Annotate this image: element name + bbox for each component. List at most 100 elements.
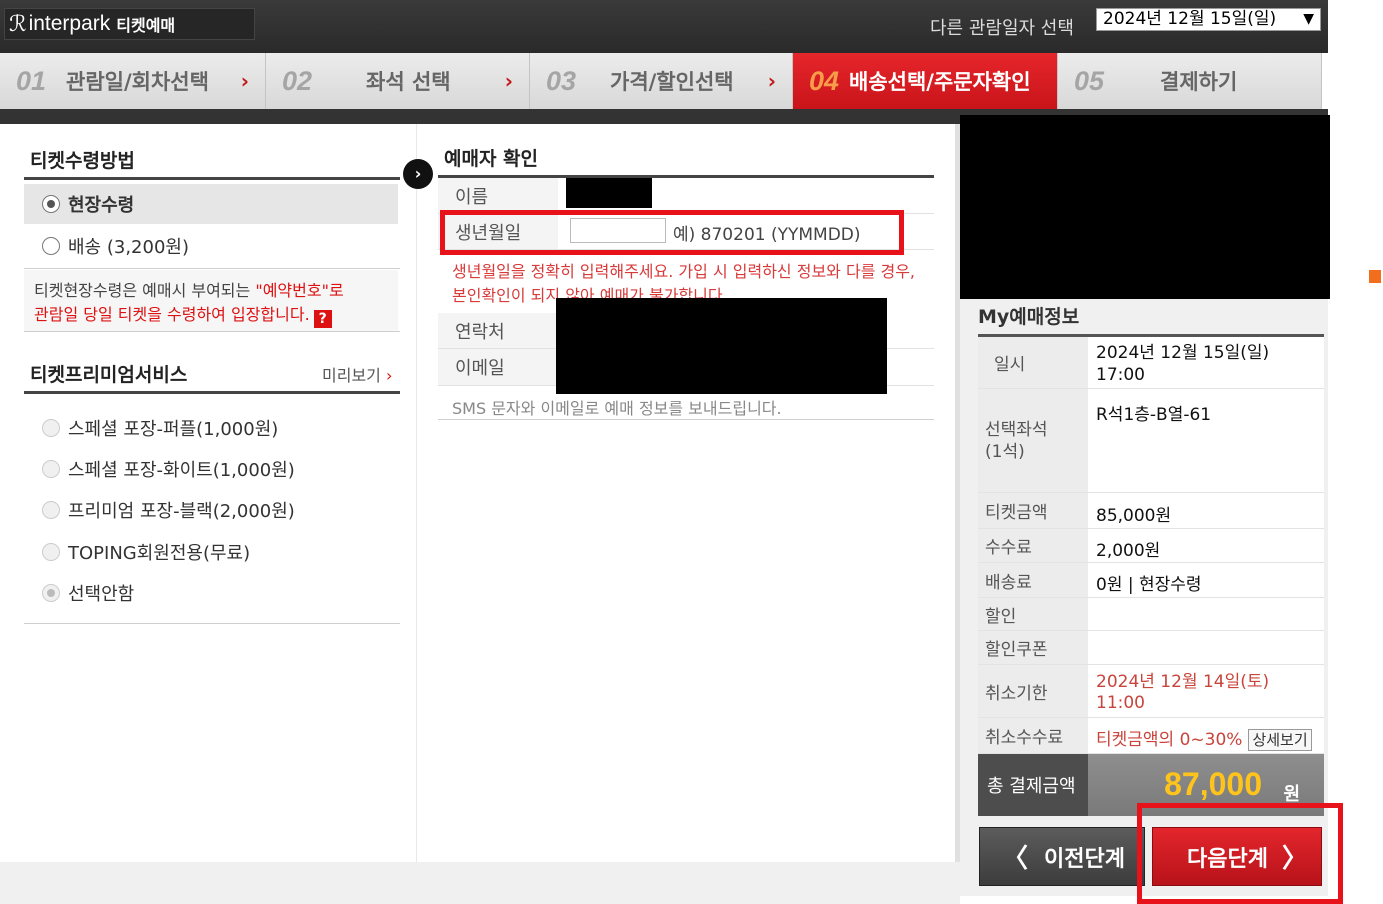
premium-option-none[interactable]: 선택안함: [24, 573, 398, 613]
chevron-right-circle-icon: ›: [403, 159, 433, 189]
info-row-cancel-deadline: 취소기한 2024년 12월 14일(토) 11:00: [978, 665, 1324, 718]
datetime-time: 17:00: [1096, 365, 1145, 385]
prev-step-button[interactable]: 〈 이전단계: [979, 827, 1145, 886]
prev-step-label: 이전단계: [1044, 846, 1125, 872]
chevron-right-icon: ›: [767, 69, 776, 93]
name-row: 이름: [438, 178, 934, 214]
step-1-label: 관람일/회차선택: [66, 70, 209, 94]
cancel-deadline-date: 2024년 12월 14일(토): [1096, 672, 1270, 692]
radio-black[interactable]: [42, 501, 60, 519]
divider: [24, 268, 400, 269]
chevron-right-icon: ›: [504, 69, 513, 93]
help-icon[interactable]: ?: [313, 310, 332, 328]
discount-label: 할인: [978, 598, 1088, 630]
premium-option-label: 스페셜 포장-퍼플(1,000원): [68, 419, 279, 440]
info-row-cancel-fee: 취소수수료 티켓금액의 0~30% 상세보기: [978, 718, 1324, 754]
chevron-right-icon: ›: [240, 69, 249, 93]
interpark-logo[interactable]: ℛ interpark 티켓예매: [4, 8, 255, 40]
step-4-label: 배송선택/주문자확인: [849, 70, 1031, 94]
info-row-seat: 선택좌석 (1석) R석1층-B열-61: [978, 389, 1324, 493]
receipt-option-label: 현장수령: [68, 195, 135, 216]
premium-option-label: 프리미엄 포장-블랙(2,000원): [68, 501, 295, 522]
total-amount: 87,000: [1164, 766, 1262, 802]
premium-option-toping[interactable]: TOPING회원전용(무료): [24, 532, 398, 572]
contact-label: 연락처: [438, 313, 558, 348]
email-label: 이메일: [438, 349, 558, 385]
datetime-label: 일시: [978, 337, 1088, 388]
redacted-contact: [556, 298, 887, 394]
info-row-coupon: 할인쿠폰: [978, 631, 1324, 665]
preview-link-label: 미리보기: [322, 366, 381, 385]
other-date-label: 다른 관람일자 선택: [930, 18, 1074, 39]
brand-name: interpark: [28, 12, 111, 35]
seat-value: R석1층-B열-61: [1096, 405, 1212, 425]
step-5-number: 05: [1074, 65, 1105, 96]
datetime-value: 2024년 12월 15일(일) 17:00: [1096, 342, 1269, 386]
info-row-discount: 할인: [978, 598, 1324, 631]
premium-option-purple[interactable]: 스페셜 포장-퍼플(1,000원): [24, 408, 398, 448]
detail-view-button[interactable]: 상세보기: [1248, 729, 1312, 751]
premium-option-black[interactable]: 프리미엄 포장-블랙(2,000원): [24, 490, 398, 530]
receipt-note: 티켓현장수령은 예매시 부여되는 "예약번호"로 관람일 당일 티켓을 수령하여…: [24, 270, 398, 332]
seat-count: (1석): [985, 441, 1025, 462]
datetime-date: 2024년 12월 15일(일): [1096, 343, 1270, 363]
name-label: 이름: [438, 178, 558, 213]
seat-label-text: 선택좌석: [985, 419, 1048, 440]
date-select-value: 2024년 12월 15일(일): [1103, 9, 1277, 29]
info-row-fee: 수수료 2,000원: [978, 529, 1324, 563]
ticket-value: 85,000원: [1096, 506, 1172, 526]
chevron-left-icon: 〈: [1002, 844, 1029, 874]
preview-link[interactable]: 미리보기 ›: [322, 362, 392, 386]
interpark-logo-icon: ℛ: [9, 11, 27, 37]
divider: [24, 623, 400, 624]
step-2[interactable]: 02 좌석 선택 ›: [266, 53, 530, 109]
highlight-box-next: [1137, 803, 1343, 904]
receipt-option-onsite[interactable]: 현장수령: [24, 184, 398, 224]
delivery-value: 0원 | 현장수령: [1096, 575, 1202, 595]
date-select[interactable]: 2024년 12월 15일(일) ▼: [1096, 8, 1321, 31]
step-3-label: 가격/할인선택: [610, 70, 734, 94]
top-bar: ℛ interpark 티켓예매 다른 관람일자 선택 2024년 12월 15…: [0, 0, 1328, 53]
coupon-label: 할인쿠폰: [978, 631, 1088, 664]
radio-purple[interactable]: [42, 419, 60, 437]
step-2-label: 좌석 선택: [366, 70, 451, 94]
step-navigation: 01 관람일/회차선택 › 02 좌석 선택 › 03 가격/할인선택 › 04…: [0, 53, 1322, 109]
receipt-option-delivery[interactable]: 배송 (3,200원): [24, 226, 398, 266]
step-3[interactable]: 03 가격/할인선택 ›: [530, 53, 793, 109]
cancel-deadline-value: 2024년 12월 14일(토) 11:00: [1096, 672, 1269, 714]
radio-none[interactable]: [42, 584, 60, 602]
premium-option-label: 선택안함: [68, 584, 135, 605]
fee-label: 수수료: [978, 529, 1088, 562]
step-5-label: 결제하기: [1160, 70, 1238, 94]
total-label: 총 결제금액: [978, 754, 1088, 816]
sms-note: SMS 문자와 이메일로 예매 정보를 보내드립니다.: [452, 399, 782, 418]
step-5[interactable]: 05 결제하기: [1058, 53, 1322, 109]
cancel-deadline-time: 11:00: [1096, 693, 1145, 713]
step-4-active[interactable]: 04 배송선택/주문자확인: [793, 53, 1058, 109]
premium-option-label: TOPING회원전용(무료): [68, 543, 251, 564]
receipt-note-highlight: "예약번호"로: [255, 281, 344, 300]
radio-toping[interactable]: [42, 543, 60, 561]
receipt-note-suffix: 관람일 당일 티켓을 수령하여 입장합니다.: [34, 305, 310, 324]
premium-option-white[interactable]: 스페셜 포장-화이트(1,000원): [24, 449, 398, 489]
redacted-poster: [960, 115, 1330, 299]
receipt-note-prefix: 티켓현장수령은 예매시 부여되는: [34, 281, 256, 300]
chevron-right-icon: ›: [385, 366, 393, 385]
bottom-strip: [0, 862, 960, 904]
step-1[interactable]: 01 관람일/회차선택 ›: [0, 53, 266, 109]
step-3-number: 03: [546, 65, 577, 96]
step-2-number: 02: [282, 65, 313, 96]
premium-option-label: 스페셜 포장-화이트(1,000원): [68, 460, 295, 481]
delivery-label: 배송료: [978, 563, 1088, 597]
radio-white[interactable]: [42, 460, 60, 478]
cancel-deadline-label: 취소기한: [978, 665, 1088, 717]
my-booking-title: My예매정보: [978, 306, 1080, 328]
premium-service-title: 티켓프리미엄서비스: [30, 364, 188, 386]
chevron-down-icon: ▼: [1303, 11, 1314, 27]
radio-delivery[interactable]: [42, 237, 60, 255]
radio-onsite[interactable]: [42, 195, 60, 213]
ticket-label: 티켓금액: [978, 493, 1088, 528]
divider: [24, 331, 400, 332]
booker-confirm-title: 예매자 확인: [444, 148, 539, 170]
receipt-option-label: 배송 (3,200원): [68, 237, 189, 258]
